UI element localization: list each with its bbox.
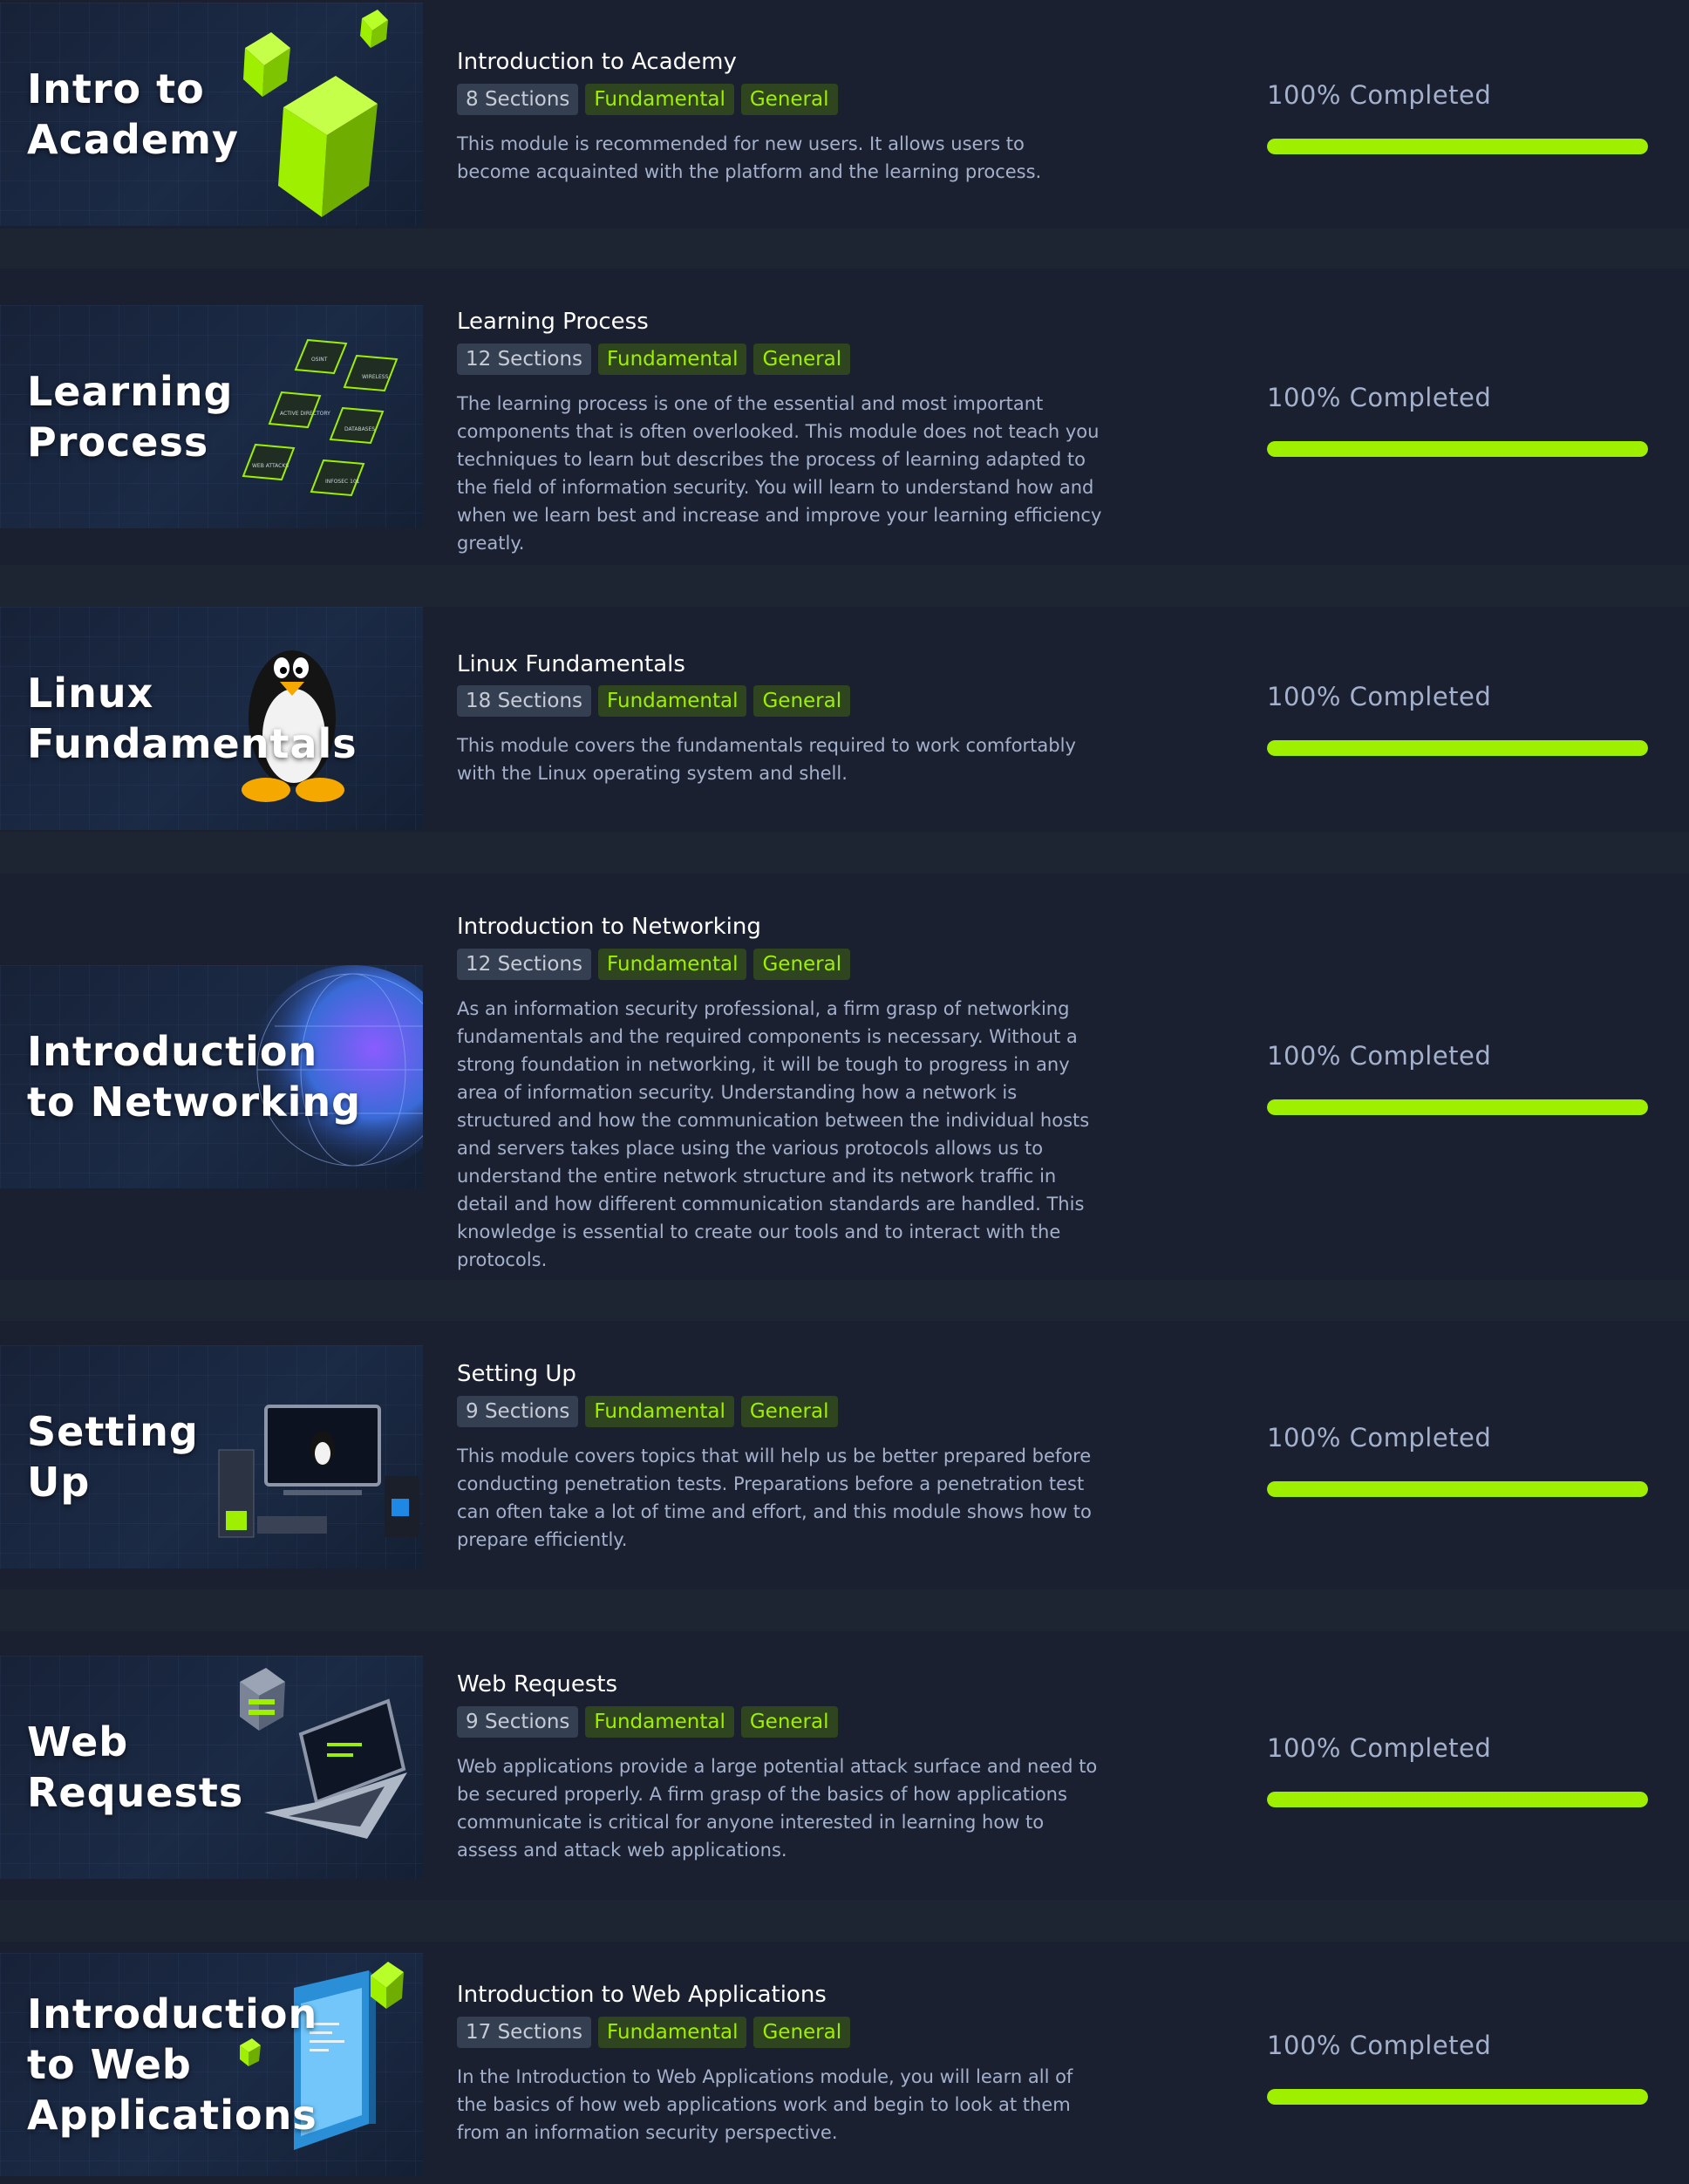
module-card[interactable]: Setting Up Setting Up 9 Sections Fundame… [0, 1321, 1689, 1589]
tag-list: 12 Sections Fundamental General [457, 344, 851, 375]
difficulty-tag: Fundamental [598, 949, 747, 980]
module-description: Web applications provide a large potenti… [457, 1756, 1098, 1861]
module-description: In the Introduction to Web Applications … [457, 2066, 1073, 2143]
progress-bar [1267, 441, 1648, 457]
progress-label: 100% Completed [1267, 2031, 1492, 2060]
progress-bar [1267, 1481, 1648, 1497]
tile-label: OSINT [311, 357, 328, 363]
module-thumbnail[interactable]: Setting Up [0, 1345, 423, 1568]
sections-badge: 12 Sections [457, 949, 592, 980]
thumbnail-title: Web Requests [27, 1718, 244, 1816]
tag-list: 17 Sections Fundamental General [457, 2017, 851, 2048]
tile-label: ACTIVE DIRECTORY [280, 411, 330, 417]
tag-list: 9 Sections Fundamental General [457, 1706, 838, 1738]
progress-fill [1267, 1481, 1648, 1497]
module-title[interactable]: Web Requests [457, 1670, 617, 1698]
module-thumbnail[interactable]: Web Requests [0, 1656, 423, 1879]
category-tag: General [753, 344, 851, 375]
thumbnail-title: Learning Process [27, 368, 234, 466]
cube-icon [243, 10, 388, 217]
tile-label: WEB ATTACKS [252, 463, 289, 469]
learning-tiles-icon: OSINT WIRELESS ACTIVE DIRECTORY DATABASE… [242, 338, 398, 497]
progress-bar [1267, 1099, 1648, 1115]
module-card[interactable]: Introduction to Web Applications Introdu… [0, 1942, 1689, 2184]
difficulty-tag: Fundamental [585, 1706, 734, 1738]
progress-label: 100% Completed [1267, 383, 1492, 412]
module-description: This module covers topics that will help… [457, 1446, 1092, 1550]
thumbnail-title: Introduction to Web Applications [27, 1990, 318, 2139]
module-description: This module covers the fundamentals requ… [457, 735, 1076, 784]
tile-label: WIRELESS [362, 374, 389, 380]
progress-fill [1267, 139, 1648, 154]
tile-label: INFOSEC 101 [325, 479, 360, 485]
progress-label: 100% Completed [1267, 1041, 1492, 1071]
module-description: As an information security professional,… [457, 998, 1090, 1270]
module-thumbnail[interactable]: Learning Process OSINT WIRELESS ACTIVE D… [0, 305, 423, 528]
category-tag: General [753, 2017, 851, 2048]
progress-fill [1267, 2089, 1648, 2105]
progress-fill [1267, 441, 1648, 457]
category-tag: General [740, 1706, 838, 1738]
sections-badge: 17 Sections [457, 2017, 592, 2048]
sections-badge: 12 Sections [457, 344, 592, 375]
module-card[interactable]: Learning Process OSINT WIRELESS ACTIVE D… [0, 269, 1689, 565]
module-card[interactable]: Introduction to Networking Introduction … [0, 874, 1689, 1280]
progress-bar [1267, 139, 1648, 154]
module-description: This module is recommended for new users… [457, 133, 1042, 182]
module-card[interactable]: Intro to Academy Introduction to Academy… [0, 0, 1689, 228]
module-title[interactable]: Introduction to Web Applications [457, 1981, 827, 2009]
module-thumbnail[interactable]: Introduction to Networking [0, 965, 423, 1188]
workstation-icon [218, 1405, 419, 1538]
sections-badge: 9 Sections [457, 1706, 579, 1738]
module-title[interactable]: Learning Process [457, 308, 649, 336]
tag-list: 8 Sections Fundamental General [457, 84, 838, 115]
progress-fill [1267, 1792, 1648, 1807]
difficulty-tag: Fundamental [585, 84, 734, 115]
tag-list: 18 Sections Fundamental General [457, 685, 851, 717]
progress-bar [1267, 2089, 1648, 2105]
difficulty-tag: Fundamental [598, 2017, 747, 2048]
progress-label: 100% Completed [1267, 1423, 1492, 1453]
thumbnail-title: Intro to Academy [27, 65, 239, 163]
category-tag: General [753, 949, 851, 980]
progress-label: 100% Completed [1267, 80, 1492, 110]
tile-label: DATABASES [344, 426, 375, 432]
module-card[interactable]: Web Requests Web Requests 9 Sections Fun… [0, 1631, 1689, 1900]
progress-bar [1267, 1792, 1648, 1807]
laptop-icon [240, 1668, 407, 1839]
module-thumbnail[interactable]: Introduction to Web Applications [0, 1953, 423, 2176]
progress-bar [1267, 740, 1648, 756]
difficulty-tag: Fundamental [598, 685, 747, 717]
module-title[interactable]: Linux Fundamentals [457, 650, 685, 678]
thumbnail-title: Introduction to Networking [27, 1028, 362, 1126]
sections-badge: 8 Sections [457, 84, 579, 115]
tag-list: 9 Sections Fundamental General [457, 1396, 838, 1427]
progress-fill [1267, 740, 1648, 756]
tag-list: 12 Sections Fundamental General [457, 949, 851, 980]
thumbnail-title: Linux Fundamentals [27, 670, 358, 767]
module-title[interactable]: Introduction to Academy [457, 48, 737, 76]
module-description: The learning process is one of the essen… [457, 393, 1102, 554]
progress-fill [1267, 1099, 1648, 1115]
category-tag: General [753, 685, 851, 717]
progress-label: 100% Completed [1267, 682, 1492, 711]
module-thumbnail[interactable]: Linux Fundamentals [0, 607, 423, 830]
sections-badge: 18 Sections [457, 685, 592, 717]
module-card[interactable]: Linux Fundamentals Linux Fundamentals 18… [0, 607, 1689, 832]
thumbnail-title: Setting Up [27, 1408, 199, 1506]
module-thumbnail[interactable]: Intro to Academy [0, 3, 423, 226]
category-tag: General [740, 1396, 838, 1427]
sections-badge: 9 Sections [457, 1396, 579, 1427]
category-tag: General [740, 84, 838, 115]
difficulty-tag: Fundamental [598, 344, 747, 375]
module-title[interactable]: Setting Up [457, 1360, 576, 1388]
difficulty-tag: Fundamental [585, 1396, 734, 1427]
module-title[interactable]: Introduction to Networking [457, 913, 761, 941]
progress-label: 100% Completed [1267, 1733, 1492, 1763]
